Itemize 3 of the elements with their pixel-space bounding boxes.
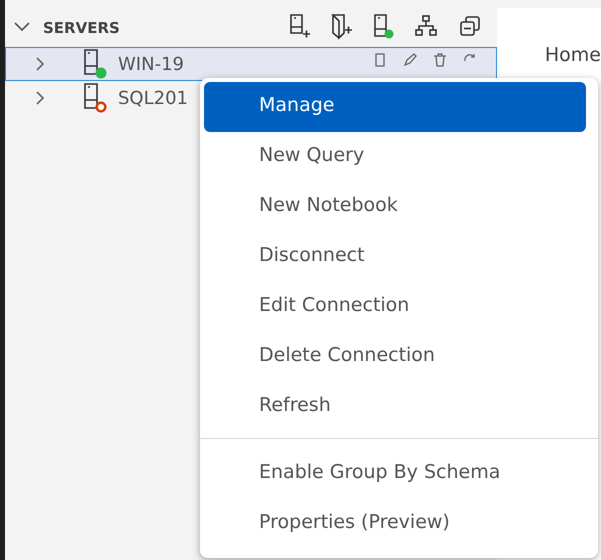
- server-name: SQL201: [118, 88, 188, 108]
- section-title: SERVERS: [43, 18, 120, 36]
- server-name: WIN-19: [118, 54, 184, 74]
